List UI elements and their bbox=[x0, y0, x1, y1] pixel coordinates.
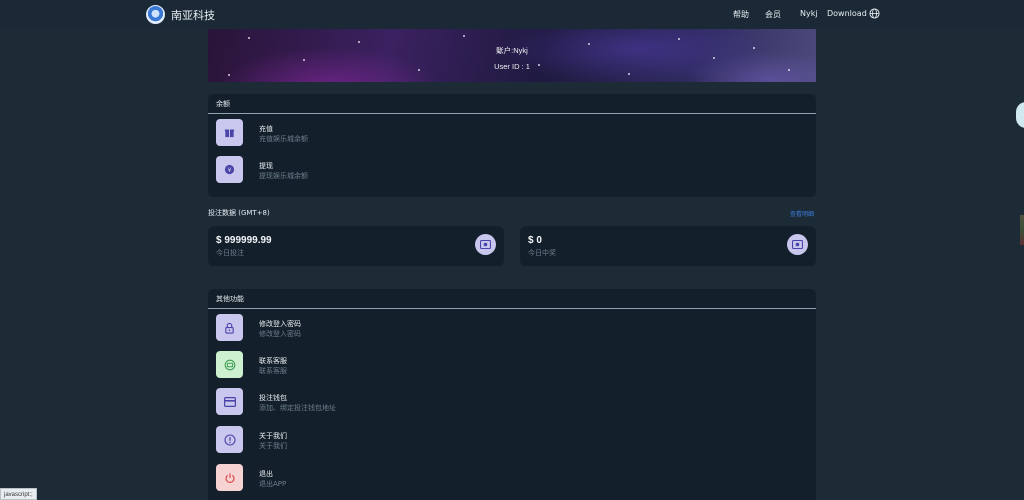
nav-member[interactable]: 会员 bbox=[765, 9, 781, 20]
top-navbar: 南亚科技 帮助 会员 Nykj Download bbox=[0, 0, 1024, 29]
user-id: User ID : 1 bbox=[494, 62, 530, 71]
logout-title: 退出 bbox=[259, 470, 273, 478]
scrollbar-marker bbox=[1020, 215, 1024, 245]
status-bar-link: javascript:; bbox=[0, 488, 37, 500]
support-icon bbox=[216, 351, 243, 378]
bet-data-title: 投注数据 (GMT+8) bbox=[208, 209, 270, 217]
divider bbox=[208, 113, 816, 114]
withdraw-row[interactable]: ¥ 提现 提现娱乐城余额 bbox=[216, 156, 806, 184]
deposit-row[interactable]: 充值 充值娱乐城余额 bbox=[216, 119, 806, 147]
other-functions-card: 其他功能 修改登入密码 修改登入密码 联系客服 联系客服 投注钱包 添加、绑定投… bbox=[208, 289, 816, 500]
money-icon[interactable] bbox=[787, 234, 808, 255]
change-password-row[interactable]: 修改登入密码 修改登入密码 bbox=[216, 314, 806, 342]
deposit-title: 充值 bbox=[259, 125, 273, 133]
change-password-title: 修改登入密码 bbox=[259, 320, 301, 328]
deposit-subtitle: 充值娱乐城余额 bbox=[259, 135, 308, 143]
today-win-card: $ 0 今日中奖 bbox=[520, 226, 816, 266]
globe-icon[interactable] bbox=[869, 8, 880, 19]
info-icon bbox=[216, 426, 243, 453]
change-password-subtitle: 修改登入密码 bbox=[259, 330, 301, 338]
today-win-value: $ 0 bbox=[528, 235, 542, 246]
power-icon bbox=[216, 464, 243, 491]
logout-subtitle: 退出APP bbox=[259, 480, 287, 488]
brand-name: 南亚科技 bbox=[171, 8, 215, 22]
bet-wallet-title: 投注钱包 bbox=[259, 394, 287, 402]
svg-text:¥: ¥ bbox=[227, 166, 231, 174]
contact-support-row[interactable]: 联系客服 联系客服 bbox=[216, 351, 806, 379]
divider bbox=[208, 308, 816, 309]
gift-icon bbox=[216, 119, 243, 146]
view-details-link[interactable]: 查看明细 bbox=[790, 209, 814, 218]
today-bet-card: $ 999999.99 今日投注 bbox=[208, 226, 504, 266]
lock-icon bbox=[216, 314, 243, 341]
balance-card: 余额 充值 充值娱乐城余额 ¥ 提现 提现娱乐城余额 bbox=[208, 94, 816, 197]
account-name: 账户:Nykj bbox=[496, 46, 528, 55]
about-us-subtitle: 关于我们 bbox=[259, 442, 287, 450]
contact-support-subtitle: 联系客服 bbox=[259, 367, 287, 375]
bet-wallet-subtitle: 添加、绑定投注钱包地址 bbox=[259, 404, 336, 412]
nav-download[interactable]: Download bbox=[827, 9, 867, 18]
today-bet-label: 今日投注 bbox=[216, 249, 244, 257]
bet-wallet-row[interactable]: 投注钱包 添加、绑定投注钱包地址 bbox=[216, 388, 806, 416]
wallet-icon bbox=[216, 388, 243, 415]
nav-help[interactable]: 帮助 bbox=[733, 9, 749, 20]
today-win-label: 今日中奖 bbox=[528, 249, 556, 257]
withdraw-title: 提现 bbox=[259, 162, 273, 170]
other-functions-title: 其他功能 bbox=[216, 295, 244, 303]
about-us-row[interactable]: 关于我们 关于我们 bbox=[216, 426, 806, 454]
yen-icon: ¥ bbox=[216, 156, 243, 183]
nav-user[interactable]: Nykj bbox=[800, 9, 818, 18]
today-bet-value: $ 999999.99 bbox=[216, 235, 272, 246]
money-icon[interactable] bbox=[475, 234, 496, 255]
about-us-title: 关于我们 bbox=[259, 432, 287, 440]
logout-row[interactable]: 退出 退出APP bbox=[216, 464, 806, 492]
floating-chat-button[interactable] bbox=[1016, 102, 1024, 128]
balance-title: 余额 bbox=[216, 100, 230, 108]
brand-logo-icon bbox=[146, 5, 165, 24]
brand[interactable]: 南亚科技 bbox=[146, 5, 215, 24]
profile-banner: 账户:Nykj User ID : 1 bbox=[208, 29, 816, 82]
withdraw-subtitle: 提现娱乐城余额 bbox=[259, 172, 308, 180]
contact-support-title: 联系客服 bbox=[259, 357, 287, 365]
